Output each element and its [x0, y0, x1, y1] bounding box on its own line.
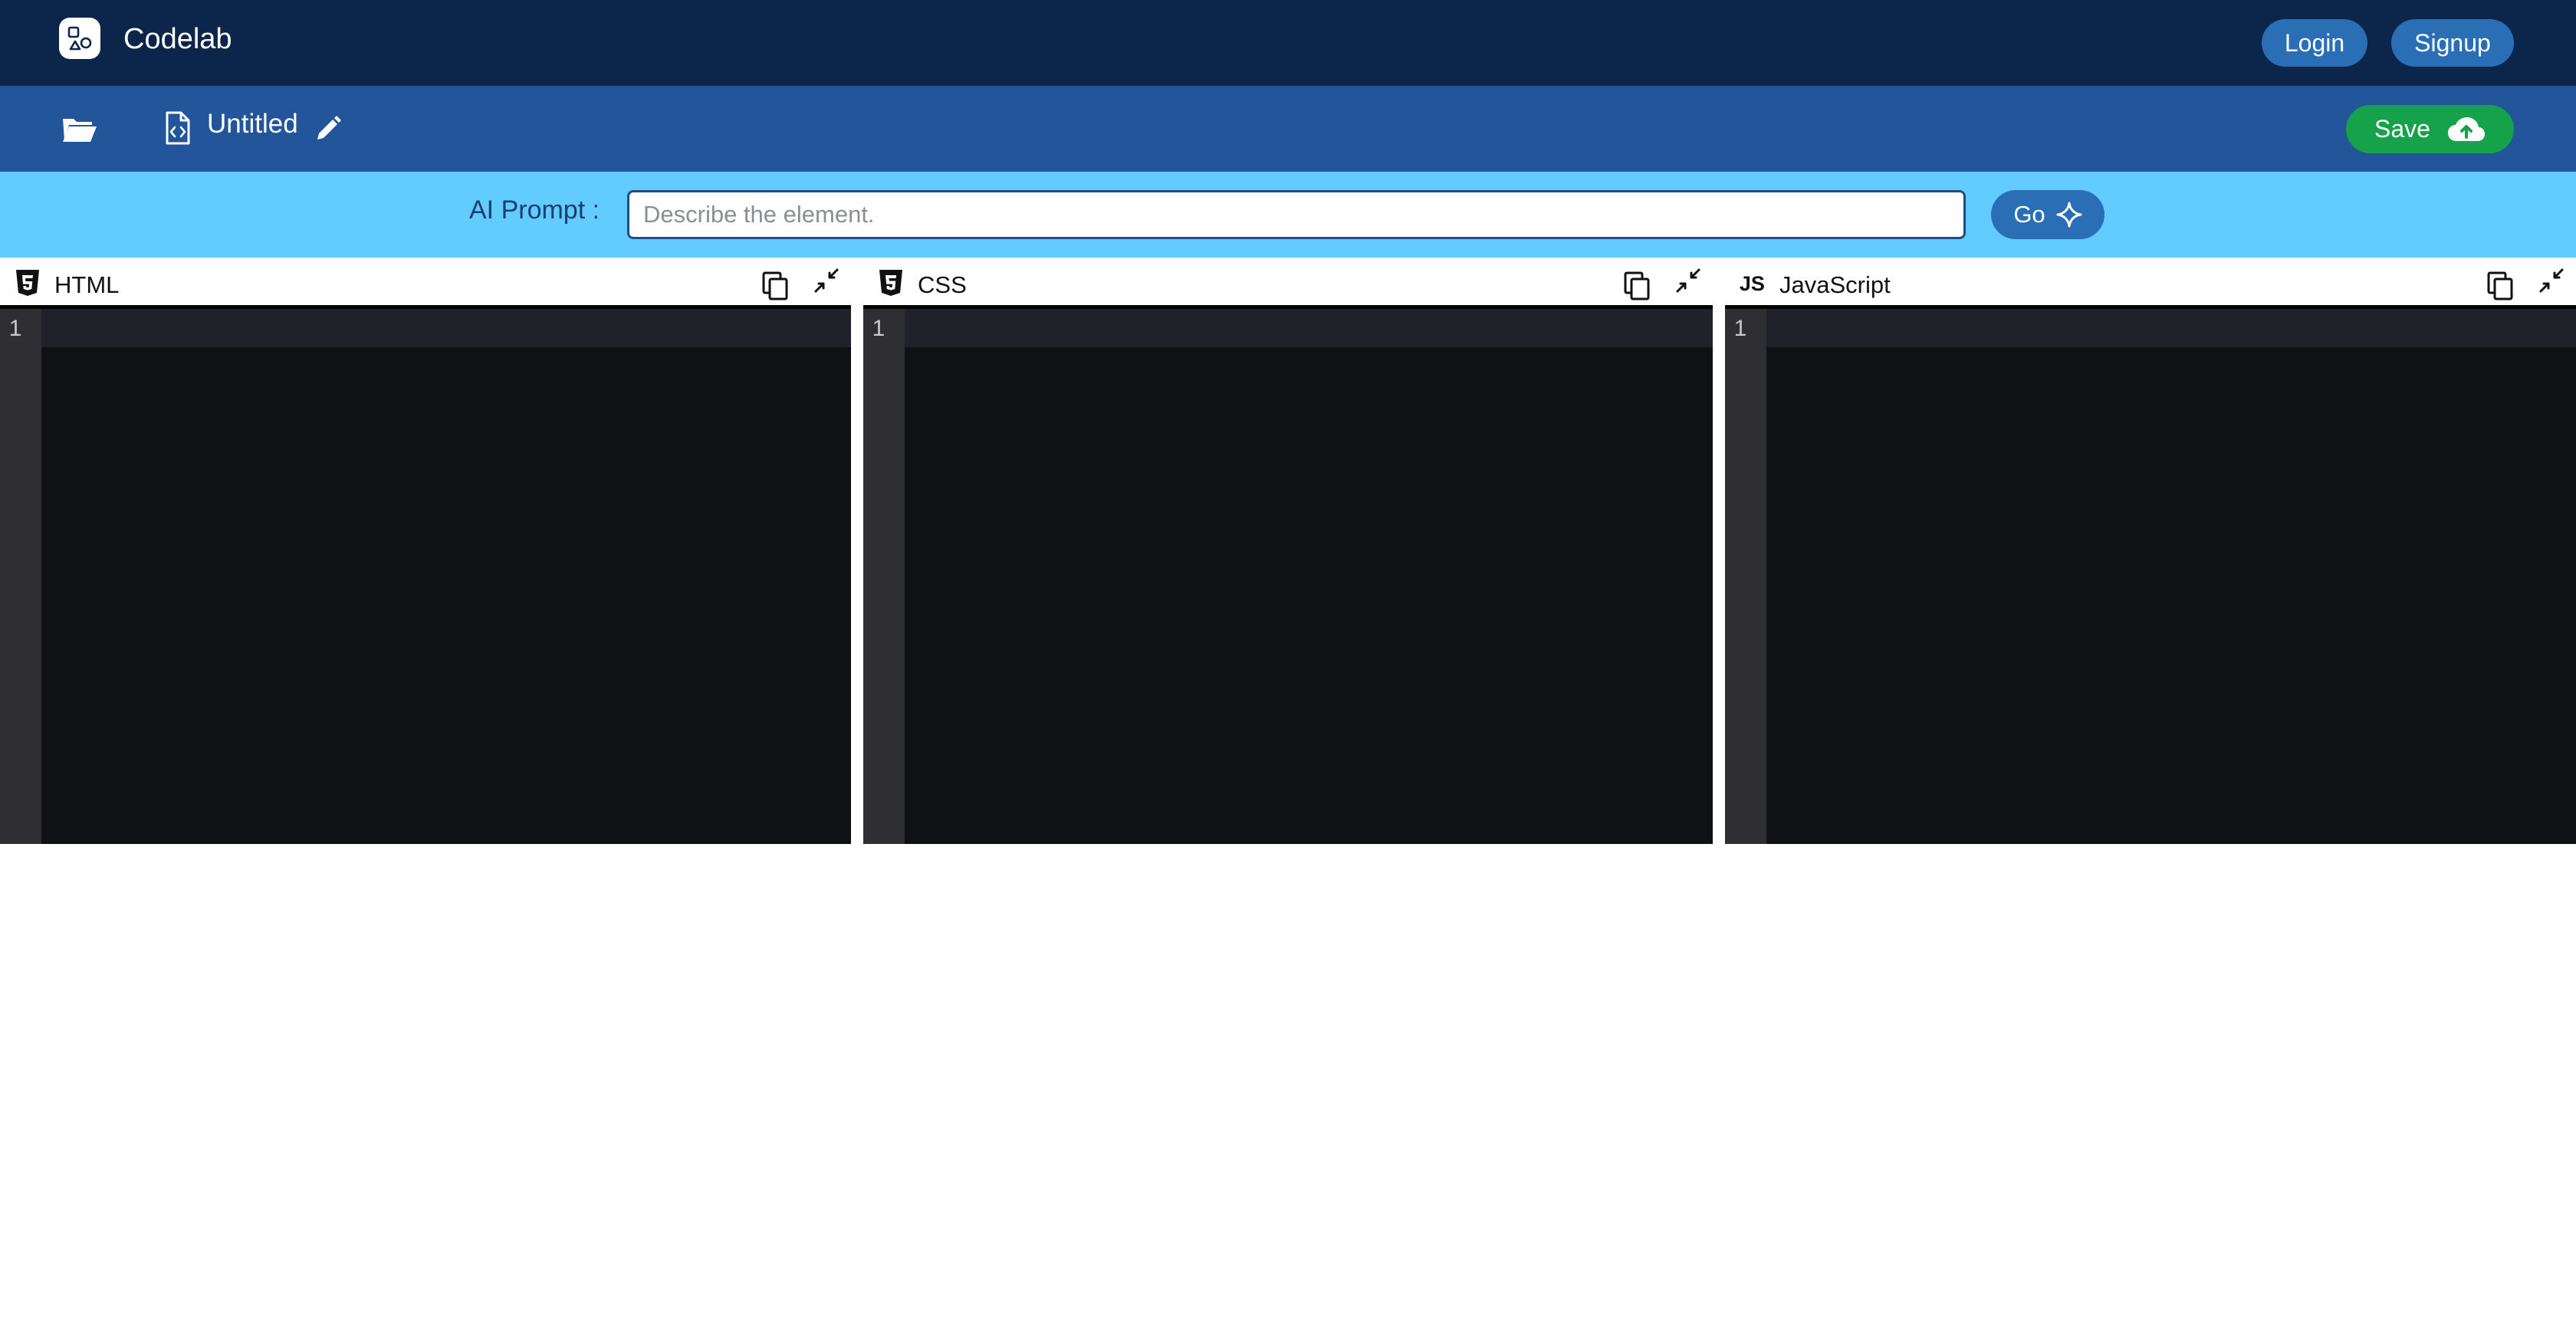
app-header: Codelab Login Signup [0, 0, 2576, 86]
ai-prompt-label: AI Prompt : [469, 195, 600, 225]
copy-icon[interactable] [1622, 271, 1653, 301]
copy-icon[interactable] [2486, 271, 2516, 301]
html-editor-pane: HTML 1 [0, 258, 851, 844]
file-toolbar [0, 86, 2576, 172]
js-pane-header: JS JavaScript [1725, 258, 2576, 305]
html-pane-label: HTML [54, 271, 120, 298]
css-code-editor[interactable]: 1 [863, 305, 1713, 844]
go-button-label: Go [2013, 201, 2045, 228]
js-pane-label: JavaScript [1779, 271, 1891, 298]
collapse-icon[interactable] [1674, 267, 1702, 294]
folder-open-icon[interactable] [60, 113, 100, 146]
html5-icon [14, 268, 41, 297]
copy-icon[interactable] [761, 271, 791, 301]
collapse-icon[interactable] [2538, 267, 2565, 294]
html-pane-header: HTML [0, 258, 851, 305]
line-number: 1 [872, 316, 886, 341]
signup-button[interactable]: Signup [2391, 19, 2514, 67]
app-name[interactable]: Codelab [123, 21, 232, 57]
active-line[interactable] [41, 309, 851, 347]
codelab-logo-icon[interactable] [59, 18, 100, 59]
css-pane-header: CSS [863, 258, 1713, 305]
active-line[interactable] [1766, 309, 2576, 347]
line-gutter: 1 [863, 309, 905, 844]
file-title[interactable]: Untitled [207, 107, 298, 141]
cloud-upload-icon [2447, 117, 2486, 143]
file-code-icon [163, 110, 193, 146]
html-code-editor[interactable]: 1 [0, 305, 851, 844]
line-number: 1 [1733, 316, 1747, 341]
line-gutter: 1 [1725, 309, 1766, 844]
css-editor-pane: CSS 1 [863, 258, 1713, 844]
js-editor-pane: JS JavaScript 1 [1725, 258, 2576, 844]
sparkle-icon [2056, 202, 2082, 228]
pencil-icon[interactable] [313, 113, 343, 144]
save-button[interactable]: Save [2346, 105, 2514, 153]
active-line[interactable] [905, 309, 1713, 347]
line-number: 1 [8, 316, 22, 341]
line-gutter: 1 [0, 309, 41, 844]
css-pane-label: CSS [918, 271, 967, 298]
svg-text:JS: JS [1740, 272, 1765, 295]
login-button[interactable]: Login [2262, 19, 2367, 67]
ai-prompt-input[interactable] [627, 190, 1966, 239]
collapse-icon[interactable] [813, 267, 840, 294]
js-code-editor[interactable]: 1 [1725, 305, 2576, 844]
css3-icon [877, 268, 905, 297]
js-icon: JS [1739, 268, 1766, 297]
save-button-label: Save [2374, 115, 2430, 143]
go-button[interactable]: Go [1991, 190, 2104, 239]
